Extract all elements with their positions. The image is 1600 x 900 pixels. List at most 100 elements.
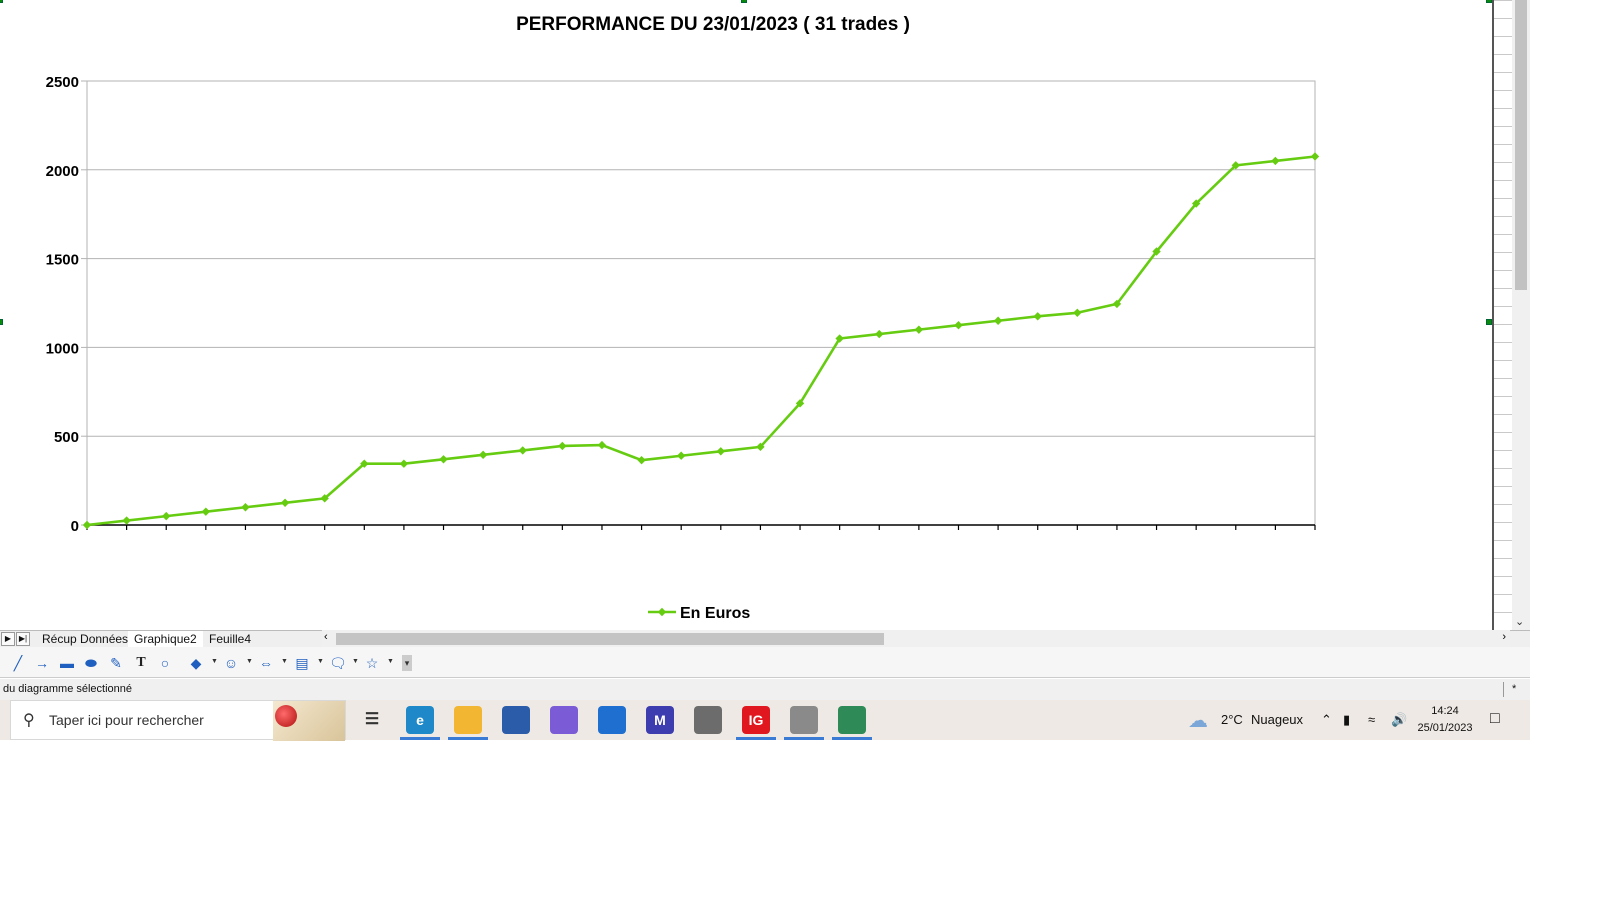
data-point <box>399 459 409 468</box>
taskbar: ⚲ Taper ici pour rechercher ☰ e M IG ☁ 2°C … <box>0 700 1530 741</box>
line-chart: PERFORMANCE DU 23/01/2023 ( 31 trades ) 0… <box>46 14 1320 622</box>
data-point <box>1073 308 1082 317</box>
vertical-scrollbar[interactable]: ⌄ <box>1512 0 1530 630</box>
weather-cloud-icon[interactable]: ☁ <box>1188 708 1208 733</box>
scroll-right-icon[interactable]: › <box>1502 631 1506 643</box>
chevron-down-icon[interactable]: ▼ <box>281 658 288 665</box>
data-point <box>201 507 211 516</box>
active-app-indicator <box>832 737 872 740</box>
copilot-icon[interactable] <box>550 706 578 734</box>
y-tick-label: 1500 <box>46 252 79 269</box>
calc-spreadsheet-icon[interactable] <box>838 706 866 734</box>
plot-frame <box>86 80 1316 526</box>
status-separator <box>1503 682 1504 697</box>
vertical-scroll-thumb[interactable] <box>1515 0 1527 290</box>
selection-handle[interactable] <box>0 0 3 3</box>
wifi-icon[interactable]: ≈ <box>1368 712 1375 727</box>
flowchart-icon[interactable]: ▤ <box>294 655 310 671</box>
data-point <box>1033 312 1042 321</box>
file-explorer-icon[interactable] <box>454 706 482 734</box>
data-point <box>875 329 884 339</box>
horizontal-scrollbar[interactable]: ‹ › <box>322 630 1510 647</box>
tab-recup-donnees[interactable]: Récup Données <box>36 631 134 647</box>
data-point <box>122 516 131 525</box>
line-icon[interactable]: ╱ <box>10 655 26 671</box>
y-tick-label: 500 <box>54 429 79 446</box>
sheet-grid-strip <box>1492 0 1512 630</box>
stars-icon[interactable]: ☆ <box>364 655 380 671</box>
scroll-down-icon[interactable]: ⌄ <box>1515 615 1524 628</box>
active-app-indicator <box>784 737 824 740</box>
horizontal-scroll-thumb[interactable] <box>336 633 884 645</box>
legend-label: En Euros <box>680 605 750 622</box>
block-arrows-icon[interactable]: ⇔ <box>258 655 274 671</box>
chart-area[interactable]: PERFORMANCE DU 23/01/2023 ( 31 trades ) 0… <box>0 0 1492 630</box>
chevron-down-icon[interactable]: ▼ <box>211 658 218 665</box>
y-tick-label: 2500 <box>46 74 79 91</box>
selection-handle[interactable] <box>741 0 747 3</box>
calculator-icon[interactable] <box>694 706 722 734</box>
store-icon[interactable] <box>502 706 530 734</box>
freeform-icon[interactable]: ✎ <box>108 655 124 671</box>
data-point <box>1310 152 1320 161</box>
search-placeholder[interactable]: Taper ici pour rechercher <box>49 712 204 728</box>
scroll-left-icon[interactable]: ‹ <box>324 631 328 643</box>
data-point <box>162 511 171 521</box>
clock-date: 25/01/2023 <box>1417 722 1473 734</box>
symbol-shapes-icon[interactable]: ☺ <box>223 655 239 671</box>
chart-app-icon[interactable] <box>790 706 818 734</box>
mail-icon[interactable] <box>598 706 626 734</box>
taskbar-search[interactable]: ⚲ Taper ici pour rechercher <box>10 700 346 741</box>
basic-shapes-icon[interactable]: ◆ <box>188 655 204 671</box>
data-point <box>597 440 607 450</box>
data-point <box>518 446 527 455</box>
series-line-en-euros <box>86 155 1316 527</box>
drawing-toolbar: ╱ → ▬ ⬬ ✎ T ○ ◆ ▼ ☺ ▼ ⇔ ▼ ▤ ▼ 🗨 ▼ ☆ ▼ ▾ <box>0 647 1530 678</box>
data-point <box>914 325 924 334</box>
battery-icon[interactable]: ▮ <box>1343 712 1350 728</box>
edge-icon[interactable]: e <box>406 706 434 734</box>
arrow-icon[interactable]: → <box>34 655 50 671</box>
data-point <box>558 441 567 451</box>
notification-icon[interactable]: □ <box>1490 710 1500 728</box>
data-point <box>716 447 726 456</box>
toolbar-overflow-icon[interactable]: ▾ <box>402 655 412 671</box>
last-sheet-icon[interactable]: ▶| <box>16 632 30 646</box>
task-view-icon[interactable]: ☰ <box>358 706 386 734</box>
weather-temp[interactable]: 2°C <box>1221 712 1243 727</box>
active-app-indicator <box>400 737 440 740</box>
data-point <box>954 321 963 330</box>
clock[interactable]: 14:24 25/01/2023 <box>1412 703 1478 737</box>
tab-feuille4[interactable]: Feuille4 <box>203 631 257 647</box>
chevron-down-icon[interactable]: ▼ <box>352 658 359 665</box>
chevron-down-icon[interactable]: ▼ <box>246 658 253 665</box>
selection-handle[interactable] <box>0 319 3 325</box>
chevron-up-icon[interactable]: ⌃ <box>1321 712 1332 728</box>
text-icon[interactable]: T <box>133 655 149 671</box>
callout-text-icon[interactable]: ○ <box>157 655 173 671</box>
active-app-indicator <box>448 737 488 740</box>
tab-graphique2[interactable]: Graphique2 <box>128 631 203 647</box>
callouts-icon[interactable]: 🗨 <box>329 655 347 671</box>
ig-icon[interactable]: IG <box>742 706 770 734</box>
data-point <box>676 451 686 460</box>
search-icon: ⚲ <box>23 712 35 729</box>
chart-title: PERFORMANCE DU 23/01/2023 ( 31 trades ) <box>516 14 910 35</box>
data-point <box>637 455 646 465</box>
clock-time: 14:24 <box>1431 705 1459 717</box>
next-sheet-icon[interactable]: ▶ <box>1 632 15 646</box>
search-highlight-image[interactable] <box>273 701 345 741</box>
data-point <box>478 450 488 460</box>
chevron-down-icon[interactable]: ▼ <box>317 658 324 665</box>
chevron-down-icon[interactable]: ▼ <box>387 658 394 665</box>
volume-icon[interactable]: 🔊 <box>1391 712 1407 728</box>
data-point <box>993 316 1003 325</box>
document-modified-indicator[interactable]: * <box>1512 679 1516 700</box>
weather-desc[interactable]: Nuageux <box>1251 712 1303 727</box>
ellipse-icon[interactable]: ⬬ <box>83 655 99 671</box>
y-tick-label: 2000 <box>46 163 79 180</box>
data-point <box>241 503 250 512</box>
trading-app-icon[interactable]: M <box>646 706 674 734</box>
legend-marker <box>657 607 667 617</box>
rectangle-icon[interactable]: ▬ <box>59 655 75 671</box>
